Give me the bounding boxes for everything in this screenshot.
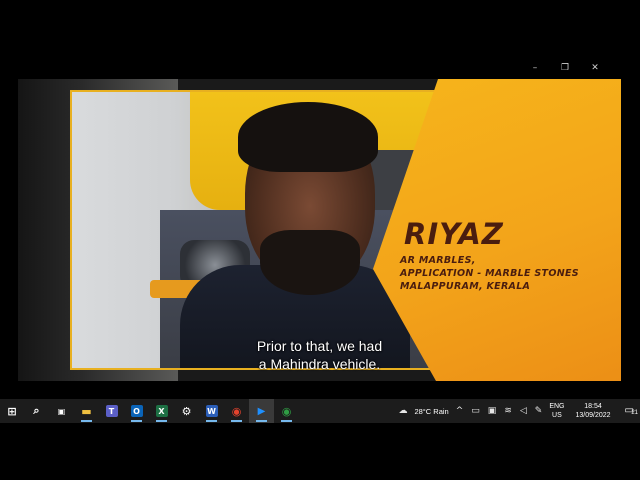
maximize-button[interactable]: ❐ [550, 60, 580, 76]
task-view-icon: ▣ [57, 406, 66, 416]
speaker-info: AR MARBLES, APPLICATION - MARBLE STONES … [400, 254, 579, 293]
speaker-info-line-3: MALAPPURAM, KERALA [400, 281, 531, 292]
outlook-icon: O [130, 405, 143, 417]
taskbar-outlook[interactable]: O [124, 399, 149, 423]
clock-date: 13/09/2022 [575, 412, 611, 419]
start-icon: ⊞ [7, 404, 17, 418]
clock-time: 18:54 [584, 403, 602, 410]
system-tray: ☁ 28°C Rain ^ ▭ ▣ ≋ ◁ ✎ ENG US 18:54 13/… [394, 399, 640, 423]
speaker-info-line-2: APPLICATION - MARBLE STONES [400, 268, 579, 279]
taskbar-word[interactable]: W [199, 399, 224, 423]
speaker-info-line-1: AR MARBLES, [400, 255, 476, 266]
taskbar-teams[interactable]: T [99, 399, 124, 423]
taskbar-settings[interactable]: ⚙ [174, 399, 199, 423]
minimize-button[interactable]: – [520, 60, 550, 76]
person-beard [260, 230, 360, 295]
battery-icon[interactable]: ▭ [467, 406, 484, 416]
display-icon[interactable]: ▣ [484, 406, 501, 416]
weather-widget[interactable]: 28°C Rain [411, 407, 451, 416]
person-hair [238, 102, 378, 172]
settings-icon: ⚙ [181, 404, 192, 418]
word-icon: W [205, 405, 218, 417]
taskbar-excel[interactable]: X [149, 399, 174, 423]
location-icon[interactable]: ✎ [531, 406, 547, 416]
notification-center[interactable]: ▭ 21 [619, 406, 640, 417]
chrome-icon: ◉ [231, 404, 242, 418]
media-player-icon: ▶ [257, 405, 266, 417]
region-code: US [552, 412, 562, 419]
weather-icon: ☁ [398, 406, 408, 416]
subtitle: Prior to that, we had a Mahindra vehicle… [18, 337, 621, 373]
taskbar: ⊞ ⌕ ▣ ▬ T O X ⚙ W ◉ ▶ ◉ ☁ 28°C Rain ^ ▭ … [0, 399, 640, 423]
task-view-button[interactable]: ▣ [49, 399, 74, 423]
excel-icon: X [155, 405, 168, 417]
taskbar-file-explorer[interactable]: ▬ [74, 399, 99, 423]
chrome-2-icon: ◉ [281, 404, 292, 418]
subtitle-line-1: Prior to that, we had [256, 338, 383, 354]
wifi-icon[interactable]: ≋ [500, 406, 516, 416]
volume-icon[interactable]: ◁ [516, 406, 531, 416]
language-code: ENG [549, 403, 565, 410]
subtitle-line-2: a Mahindra vehicle. [258, 356, 381, 372]
language-indicator[interactable]: ENG US [546, 402, 567, 420]
speaker-name: RIYAZ [404, 217, 504, 251]
video-player[interactable]: RIYAZ AR MARBLES, APPLICATION - MARBLE S… [18, 79, 621, 381]
notification-count: 21 [631, 410, 638, 416]
close-button[interactable]: ✕ [580, 60, 610, 76]
search-button[interactable]: ⌕ [24, 399, 49, 423]
search-icon: ⌕ [33, 404, 40, 417]
taskbar-media-player[interactable]: ▶ [249, 399, 274, 423]
clock[interactable]: 18:54 13/09/2022 [568, 402, 619, 420]
taskbar-chrome-2[interactable]: ◉ [274, 399, 299, 423]
taskbar-chrome[interactable]: ◉ [224, 399, 249, 423]
teams-icon: T [105, 405, 118, 417]
start-button[interactable]: ⊞ [0, 399, 24, 423]
window-controls: – ❐ ✕ [520, 60, 640, 76]
file-explorer-icon: ▬ [81, 404, 92, 418]
chevron-up-icon[interactable]: ^ [452, 406, 468, 416]
